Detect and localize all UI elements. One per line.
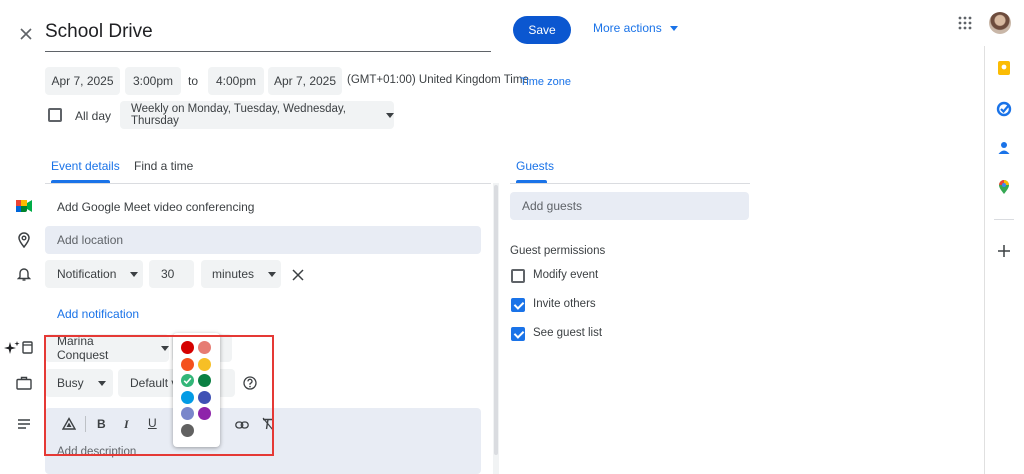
panel-divider (994, 219, 1014, 220)
add-icon[interactable] (996, 243, 1012, 259)
more-actions-button[interactable]: More actions (593, 21, 678, 35)
tabs-divider (45, 183, 491, 184)
timezone-text: (GMT+01:00) United Kingdom Time (347, 74, 529, 86)
guests-tab-divider (510, 183, 750, 184)
permission-checkbox[interactable] (511, 269, 525, 283)
chevron-down-icon (386, 112, 394, 118)
location-input[interactable]: Add location (45, 226, 481, 254)
end-time-chip[interactable]: 4:00pm (208, 67, 264, 95)
permission-label: Invite others (533, 298, 596, 310)
add-guests-input[interactable]: Add guests (510, 192, 749, 220)
guest-permissions-title: Guest permissions (510, 245, 606, 257)
keep-icon[interactable] (996, 60, 1012, 76)
tab-event-details[interactable]: Event details (51, 159, 120, 173)
notification-unit-dropdown[interactable]: minutes (201, 260, 281, 288)
meet-button[interactable]: Add Google Meet video conferencing (45, 196, 481, 218)
calendar-sparkle-icon[interactable] (4, 339, 34, 357)
start-date-chip[interactable]: Apr 7, 2025 (45, 67, 120, 95)
chevron-down-icon (669, 25, 678, 31)
end-date-chip[interactable]: Apr 7, 2025 (268, 67, 342, 95)
add-notification-link[interactable]: Add notification (57, 307, 139, 321)
recurrence-dropdown[interactable]: Weekly on Monday, Tuesday, Wednesday, Th… (120, 101, 394, 129)
location-pin-icon (14, 230, 34, 250)
maps-icon[interactable] (996, 179, 1012, 195)
permission-label: See guest list (533, 327, 603, 339)
tab-guests[interactable]: Guests (516, 159, 554, 173)
scrollbar-thumb[interactable] (494, 185, 498, 455)
permission-label: Modify event (533, 269, 599, 281)
all-day-label: All day (75, 109, 112, 123)
all-day-checkbox[interactable] (48, 108, 62, 122)
chevron-down-icon (268, 271, 277, 277)
permission-checkbox[interactable] (511, 327, 525, 341)
user-avatar[interactable] (989, 12, 1011, 34)
contacts-icon[interactable] (996, 140, 1012, 156)
briefcase-icon (14, 373, 34, 393)
chevron-down-icon (130, 271, 139, 277)
apps-grid-icon[interactable] (958, 16, 972, 30)
start-time-chip[interactable]: 3:00pm (125, 67, 181, 95)
google-meet-icon (14, 196, 34, 216)
bell-icon (14, 264, 34, 284)
timezone-link[interactable]: Time zone (520, 76, 571, 88)
event-title: School Drive (45, 21, 153, 42)
close-icon[interactable] (18, 26, 34, 42)
tasks-icon[interactable] (996, 101, 1012, 117)
notification-type-dropdown[interactable]: Notification (45, 260, 143, 288)
remove-notification-icon[interactable] (292, 268, 304, 281)
to-label: to (188, 74, 199, 88)
title-input[interactable]: School Drive (45, 14, 491, 52)
highlight-box (44, 335, 274, 456)
description-lines-icon (14, 414, 34, 434)
save-button[interactable]: Save (513, 16, 571, 44)
notification-value-input[interactable]: 30 (149, 260, 194, 288)
permission-checkbox[interactable] (511, 298, 525, 312)
tab-find-time[interactable]: Find a time (134, 159, 193, 173)
